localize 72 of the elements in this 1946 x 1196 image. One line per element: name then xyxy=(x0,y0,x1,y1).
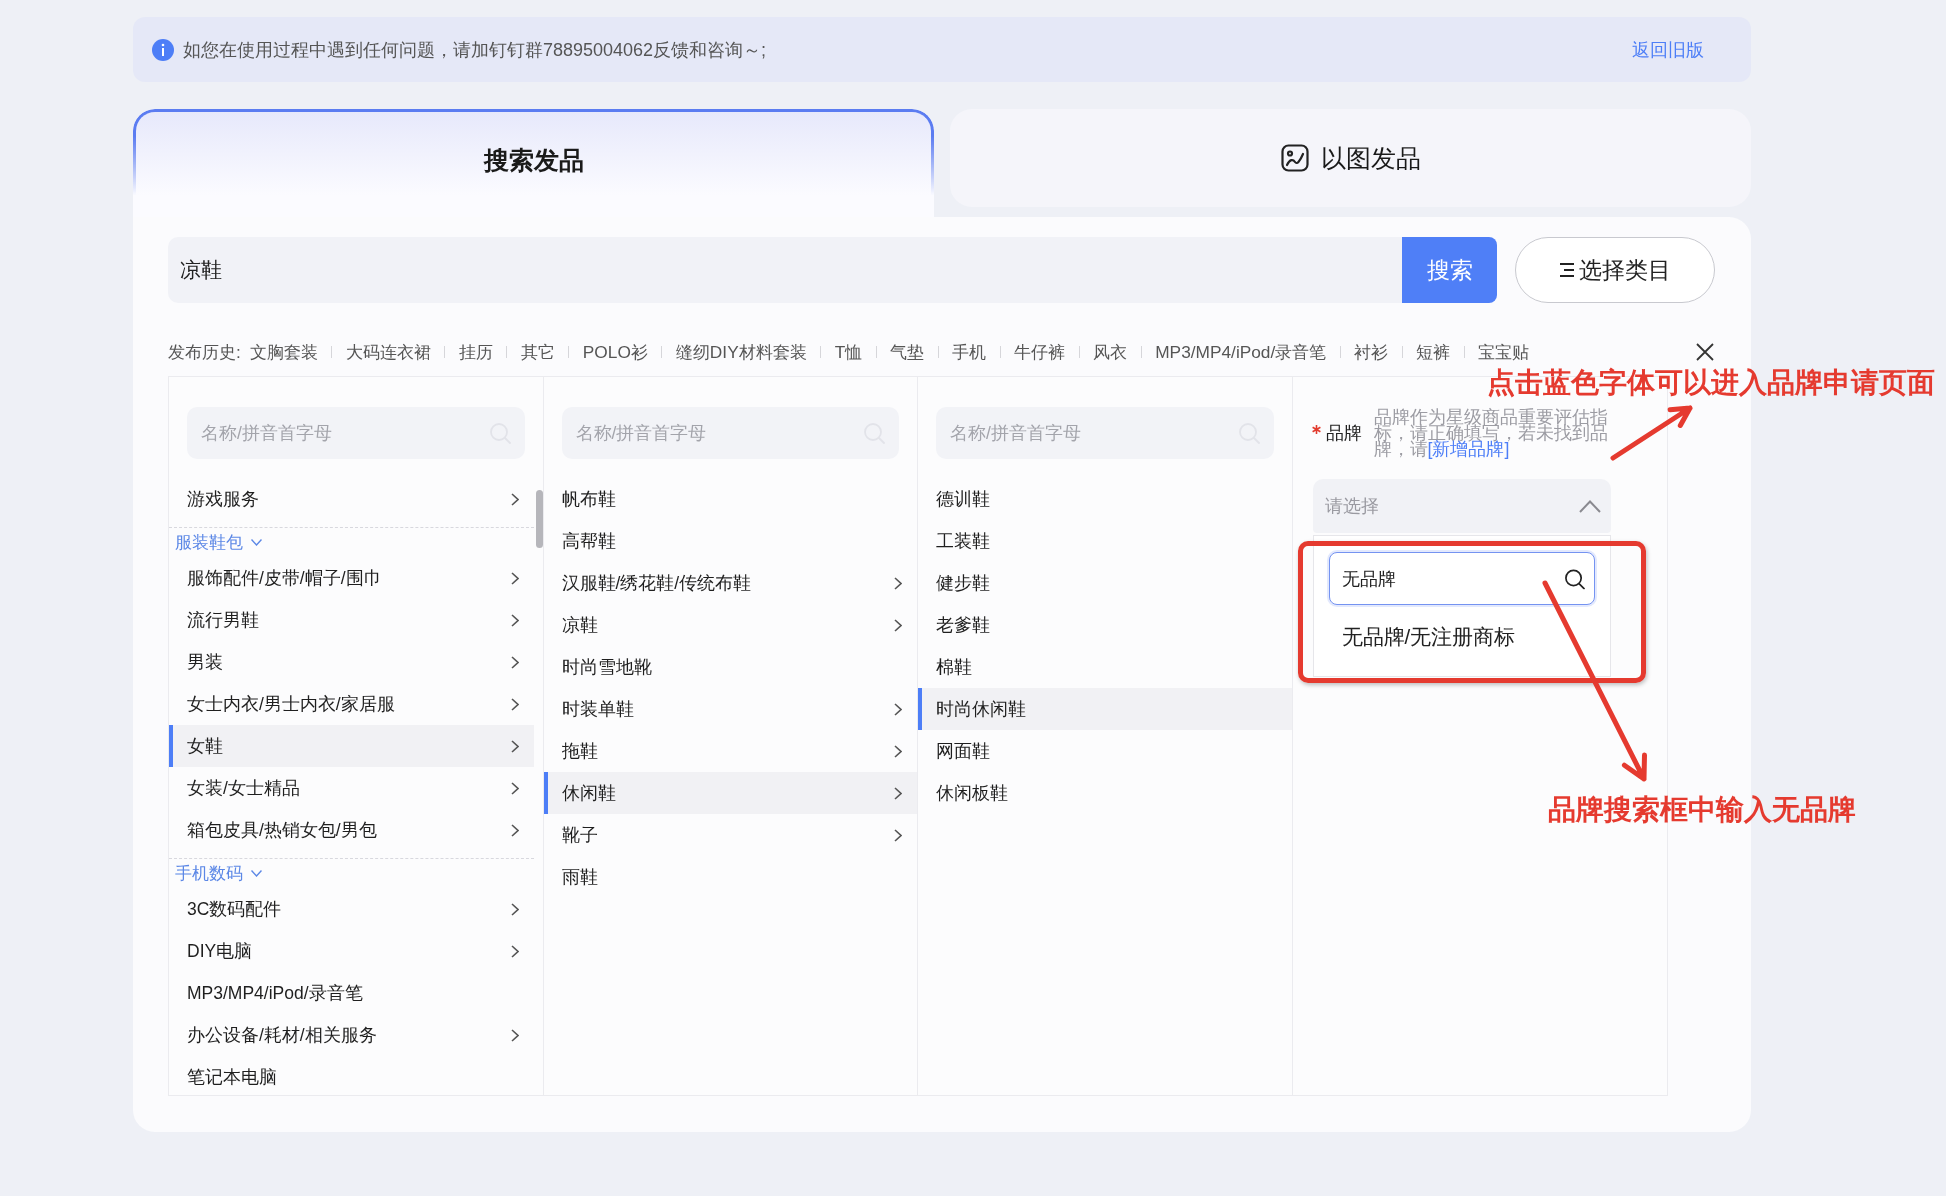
close-icon[interactable] xyxy=(1696,343,1714,361)
tab[interactable]: 以图发品 xyxy=(950,109,1751,207)
history-item[interactable]: 缝纫DIY材料套装 xyxy=(675,340,807,364)
category-item[interactable]: 箱包皮具/热销女包/男包 xyxy=(169,809,534,851)
history-item[interactable]: 手机 xyxy=(952,340,987,364)
brand-search-field[interactable]: 无品牌 xyxy=(1328,552,1595,605)
history-item[interactable]: MP3/MP4/iPod/录音笔 xyxy=(1155,340,1327,364)
history-item[interactable]: 文胸套装 xyxy=(249,340,318,364)
history-item[interactable]: 其它 xyxy=(520,340,555,364)
category-item[interactable]: 工装鞋 xyxy=(918,520,1292,562)
history-item[interactable]: 宝宝贴 xyxy=(1478,340,1530,364)
category-item[interactable]: 办公设备/耗材/相关服务 xyxy=(169,1014,534,1056)
image-icon xyxy=(1280,144,1309,172)
category-item[interactable]: 笔记本电脑 xyxy=(169,1056,534,1095)
history-item[interactable]: 气垫 xyxy=(890,340,925,364)
category-item[interactable]: 拖鞋 xyxy=(543,730,917,772)
category-item[interactable]: 凉鞋 xyxy=(543,604,917,646)
category-item[interactable]: 高帮鞋 xyxy=(543,520,917,562)
category-item[interactable]: 休闲鞋 xyxy=(543,772,917,814)
tab[interactable]: 搜索发品 xyxy=(133,109,934,217)
annotation-text: 品牌搜索框中输入无品牌 xyxy=(1548,793,1856,827)
history-item[interactable]: 衬衫 xyxy=(1354,340,1389,364)
history-item[interactable]: 大码连衣裙 xyxy=(345,340,431,364)
history-item[interactable]: POLO衫 xyxy=(582,340,648,364)
history-item[interactable]: 短裤 xyxy=(1416,340,1451,364)
category-item[interactable]: 流行男鞋 xyxy=(169,599,534,641)
category-button[interactable]: 选择类目 xyxy=(1515,237,1715,303)
category-item[interactable]: 女士内衣/男士内衣/家居服 xyxy=(169,683,534,725)
history-item[interactable]: 牛仔裤 xyxy=(1014,340,1066,364)
category-item[interactable]: 网面鞋 xyxy=(918,730,1292,772)
chevron-down-icon xyxy=(251,870,262,877)
category-item[interactable]: MP3/MP4/iPod/录音笔 xyxy=(169,972,534,1014)
scrollbar-thumb[interactable] xyxy=(535,490,543,548)
category-item[interactable]: 雨鞋 xyxy=(543,856,917,898)
notice-text: 如您在使用过程中遇到任何问题，请加钉钉群78895004062反馈和咨询～; xyxy=(183,38,768,62)
category-item[interactable]: 健步鞋 xyxy=(918,562,1292,604)
search-field[interactable]: 名称/拼音首字母 xyxy=(936,407,1274,459)
category-item[interactable]: 休闲板鞋 xyxy=(918,772,1292,814)
search-icon xyxy=(1563,568,1585,589)
category-item[interactable]: 帆布鞋 xyxy=(543,478,917,520)
chevron-down-icon xyxy=(251,539,262,546)
category-item[interactable]: 时装单鞋 xyxy=(543,688,917,730)
history-item[interactable]: 挂历 xyxy=(458,340,493,364)
brand-option[interactable]: 无品牌/无注册商标 xyxy=(1328,617,1595,657)
brand-help-text: 品牌作为星级商品重要评估指标，请正确填写，若未找到品牌，请[新增品牌] xyxy=(1373,409,1608,457)
category-item[interactable]: 女鞋 xyxy=(169,725,534,767)
category-item[interactable]: DIY电脑 xyxy=(169,930,534,972)
category-item[interactable]: 时尚雪地靴 xyxy=(543,646,917,688)
category-item[interactable]: 女装/女士精品 xyxy=(169,767,534,809)
category-item[interactable]: 老爹鞋 xyxy=(918,604,1292,646)
category-group-header[interactable]: 服装鞋包 xyxy=(169,527,534,557)
chevron-up-icon xyxy=(1578,499,1601,513)
history-item[interactable]: 风衣 xyxy=(1093,340,1128,364)
category-item[interactable]: 靴子 xyxy=(543,814,917,856)
category-item[interactable]: 德训鞋 xyxy=(918,478,1292,520)
info-icon xyxy=(152,38,174,61)
category-item[interactable]: 汉服鞋/绣花鞋/传统布鞋 xyxy=(543,562,917,604)
category-item[interactable]: 棉鞋 xyxy=(918,646,1292,688)
search-field[interactable]: 凉鞋 xyxy=(168,237,1402,303)
history-item[interactable]: T恤 xyxy=(834,340,863,364)
list-icon xyxy=(1559,262,1575,278)
category-item[interactable]: 游戏服务 xyxy=(169,478,534,520)
category-item[interactable]: 服饰配件/皮带/帽子/围巾 xyxy=(169,557,534,599)
category-item[interactable]: 3C数码配件 xyxy=(169,888,534,930)
search-field[interactable]: 名称/拼音首字母 xyxy=(187,407,525,459)
category-item[interactable]: 男装 xyxy=(169,641,534,683)
category-item[interactable]: 时尚休闲鞋 xyxy=(918,688,1292,730)
brand-label: 品牌 xyxy=(1325,422,1362,445)
search-field[interactable]: 名称/拼音首字母 xyxy=(561,407,899,459)
search-button[interactable]: 搜索 xyxy=(1402,237,1497,303)
history-label: 发布历史: xyxy=(168,341,241,364)
annotation-text: 点击蓝色字体可以进入品牌申请页面 xyxy=(1487,366,1935,400)
